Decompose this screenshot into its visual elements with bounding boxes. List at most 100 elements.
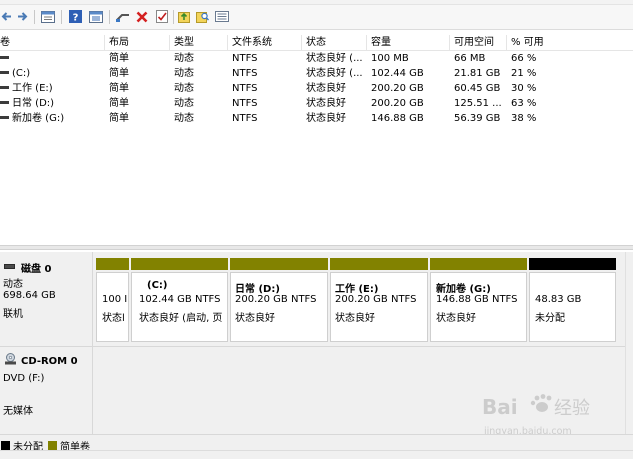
- cdrom0-title: CD-ROM 0: [21, 356, 78, 367]
- partition-size: 48.83 GB: [535, 294, 582, 305]
- properties-list-icon[interactable]: [41, 9, 55, 24]
- svg-text:?: ?: [73, 13, 79, 24]
- view-list-icon[interactable]: [215, 9, 229, 24]
- volume-icon: [0, 70, 9, 74]
- partition-c[interactable]: (C:) 102.44 GB NTFS 状态良好 (启动, 页: [131, 272, 228, 342]
- partition-name: 日常 (D:): [235, 284, 280, 295]
- volume-row[interactable]: 新加卷 (G:) 简单 动态 NTFS 状态良好 146.88 GB 56.39…: [0, 111, 633, 126]
- volume-capacity: 100 MB: [371, 53, 409, 64]
- volume-name: 新加卷 (G:): [0, 111, 105, 126]
- volume-name: 工作 (E:): [0, 81, 105, 96]
- col-capacity[interactable]: 容量: [367, 35, 450, 50]
- partition-strip: [330, 258, 428, 270]
- volume-row[interactable]: 日常 (D:) 简单 动态 NTFS 状态良好 200.20 GB 125.51…: [0, 96, 633, 111]
- volume-filesystem: NTFS: [232, 53, 258, 64]
- partition-strip: [96, 258, 129, 270]
- volume-icon: [0, 100, 9, 104]
- volume-layout: 简单: [109, 53, 129, 64]
- volume-free: 66 MB: [454, 53, 486, 64]
- legend-unallocated-swatch: [1, 441, 10, 450]
- volume-layout: 简单: [109, 68, 129, 79]
- volume-percent: 66 %: [511, 53, 537, 64]
- volume-percent: 30 %: [511, 83, 537, 94]
- disk0-label-panel[interactable]: 磁盘 0 动态 698.64 GB 联机: [0, 252, 93, 346]
- disk0-state: 联机: [3, 309, 23, 320]
- partition-size: 200.20 GB NTFS: [235, 294, 317, 305]
- volume-type: 动态: [174, 98, 194, 109]
- col-filesystem[interactable]: 文件系统: [228, 35, 302, 50]
- partition-name: 工作 (E:): [335, 284, 379, 295]
- volume-status: 状态良好 (...: [306, 53, 363, 64]
- volume-capacity: 146.88 GB: [371, 113, 424, 124]
- folder-up-icon[interactable]: [178, 9, 190, 24]
- volume-free: 56.39 GB: [454, 113, 501, 124]
- volume-icon: [0, 55, 9, 59]
- partition-g[interactable]: 新加卷 (G:) 146.88 GB NTFS 状态良好: [430, 272, 527, 342]
- partition-d[interactable]: 日常 (D:) 200.20 GB NTFS 状态良好: [230, 272, 328, 342]
- volume-type: 动态: [174, 113, 194, 124]
- partition-strip: [131, 258, 228, 270]
- col-layout[interactable]: 布局: [105, 35, 170, 50]
- partition-system-reserved[interactable]: 100 I 状态l: [96, 272, 129, 342]
- volume-percent: 38 %: [511, 113, 537, 124]
- forward-icon[interactable]: [17, 9, 28, 24]
- col-status[interactable]: 状态: [302, 35, 367, 50]
- disk0-title: 磁盘 0: [21, 264, 52, 275]
- col-percent-free[interactable]: % 可用: [507, 35, 633, 50]
- pane-splitter[interactable]: [0, 245, 633, 250]
- partition-size: 146.88 GB NTFS: [436, 294, 518, 305]
- check-icon[interactable]: [156, 9, 168, 24]
- partition-strip: [230, 258, 328, 270]
- disk-icon: [4, 261, 15, 272]
- delete-icon[interactable]: [136, 9, 148, 24]
- partition-size: 200.20 GB NTFS: [335, 294, 417, 305]
- disk0-size: 698.64 GB: [3, 290, 56, 301]
- volume-free: 60.45 GB: [454, 83, 501, 94]
- cdrom0-label-panel[interactable]: CD-ROM 0 DVD (F:) 无媒体: [0, 347, 93, 434]
- watermark-brand: Bai: [482, 395, 518, 419]
- volume-status: 状态良好: [306, 83, 346, 94]
- volume-filesystem: NTFS: [232, 98, 258, 109]
- volume-status: 状态良好: [306, 98, 346, 109]
- volume-row[interactable]: (C:) 简单 动态 NTFS 状态良好 (... 102.44 GB 21.8…: [0, 66, 633, 81]
- volume-filesystem: NTFS: [232, 83, 258, 94]
- help-icon[interactable]: ?: [69, 9, 82, 24]
- divider: [0, 346, 625, 347]
- partition-status: 状态良好: [235, 313, 275, 324]
- connect-icon[interactable]: [116, 9, 130, 24]
- col-free-space[interactable]: 可用空间: [450, 35, 507, 50]
- volume-name: [0, 51, 105, 66]
- baidu-jingyan-watermark: Bai 经验 jingyan.baidu.com: [482, 394, 590, 437]
- volume-row[interactable]: 简单 动态 NTFS 状态良好 (... 100 MB 66 MB 66 %: [0, 51, 633, 66]
- folder-search-icon[interactable]: [196, 9, 209, 24]
- partition-size: 100 I: [102, 294, 128, 305]
- volume-capacity: 200.20 GB: [371, 83, 424, 94]
- back-icon[interactable]: [1, 9, 12, 24]
- volume-capacity: 102.44 GB: [371, 68, 424, 79]
- vertical-scrollbar[interactable]: [625, 252, 633, 434]
- volume-type: 动态: [174, 83, 194, 94]
- partition-size: 102.44 GB NTFS: [139, 294, 221, 305]
- partition-status: 状态良好: [436, 313, 476, 324]
- partition-name: (C:): [147, 280, 168, 291]
- volume-row[interactable]: 工作 (E:) 简单 动态 NTFS 状态良好 200.20 GB 60.45 …: [0, 81, 633, 96]
- volume-percent: 63 %: [511, 98, 537, 109]
- cdrom-icon: [4, 353, 17, 368]
- watermark-brand-cn: 经验: [554, 398, 590, 419]
- toolbar: ?: [0, 5, 633, 30]
- col-volume[interactable]: 卷: [0, 35, 105, 50]
- unallocated-strip: [529, 258, 616, 270]
- cdrom0-media: 无媒体: [3, 406, 33, 417]
- col-type[interactable]: 类型: [170, 35, 228, 50]
- volume-status: 状态良好: [306, 113, 346, 124]
- toolbar-separator: [109, 10, 110, 24]
- volume-name: (C:): [0, 66, 105, 81]
- legend-bar: 未分配 简单卷: [0, 434, 633, 453]
- help-panel-icon[interactable]: [89, 9, 103, 24]
- partition-e[interactable]: 工作 (E:) 200.20 GB NTFS 状态良好: [330, 272, 428, 342]
- volume-type: 动态: [174, 53, 194, 64]
- toolbar-separator: [61, 10, 62, 24]
- legend-simple-swatch: [48, 441, 57, 450]
- volume-type: 动态: [174, 68, 194, 79]
- unallocated-space[interactable]: 48.83 GB 未分配: [529, 272, 616, 342]
